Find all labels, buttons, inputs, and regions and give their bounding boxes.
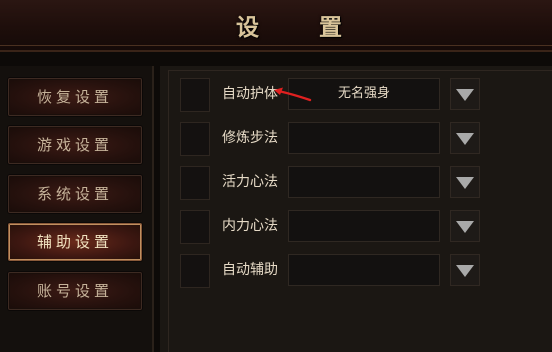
triangle-down-icon — [456, 89, 474, 101]
dropdown-button[interactable] — [450, 122, 480, 154]
settings-panel: 自动护体 无名强身 修炼步法 活力心法 内力心法 自动辅助 — [160, 66, 552, 352]
triangle-down-icon — [456, 221, 474, 233]
sidebar-item-assist-settings[interactable]: 辅助设置 — [8, 223, 142, 261]
red-arrow-annotation — [274, 87, 312, 102]
setting-row-inner-power-method: 内力心法 — [160, 204, 552, 244]
dropdown-button[interactable] — [450, 210, 480, 242]
row-handle — [180, 166, 210, 200]
setting-label: 活力心法 — [222, 174, 278, 190]
setting-label: 内力心法 — [222, 218, 278, 234]
triangle-down-icon — [456, 133, 474, 145]
triangle-down-icon — [456, 265, 474, 277]
vitality-method-select[interactable] — [288, 166, 440, 198]
inner-power-method-select[interactable] — [288, 210, 440, 242]
setting-label: 修炼步法 — [222, 130, 278, 146]
sidebar: 恢复设置 游戏设置 系统设置 辅助设置 账号设置 — [0, 66, 154, 352]
row-handle — [180, 210, 210, 244]
window-title: 设 置 — [235, 14, 368, 41]
setting-row-auto-protect: 自动护体 无名强身 — [160, 72, 552, 112]
setting-label: 自动辅助 — [222, 262, 278, 278]
dropdown-button[interactable] — [450, 254, 480, 286]
setting-row-auto-assist: 自动辅助 — [160, 248, 552, 288]
dropdown-button[interactable] — [450, 78, 480, 110]
title-bar: 设 置 — [0, 0, 552, 52]
auto-assist-select[interactable] — [288, 254, 440, 286]
triangle-down-icon — [456, 177, 474, 189]
setting-row-vitality-method: 活力心法 — [160, 160, 552, 200]
sidebar-item-system-settings[interactable]: 系统设置 — [8, 175, 142, 213]
sidebar-item-account-settings[interactable]: 账号设置 — [8, 272, 142, 310]
setting-row-cultivate-step: 修炼步法 — [160, 116, 552, 156]
row-handle — [180, 254, 210, 288]
row-handle — [180, 122, 210, 156]
row-handle — [180, 78, 210, 112]
cultivate-step-select[interactable] — [288, 122, 440, 154]
sidebar-item-game-settings[interactable]: 游戏设置 — [8, 126, 142, 164]
dropdown-button[interactable] — [450, 166, 480, 198]
sidebar-item-restore-settings[interactable]: 恢复设置 — [8, 78, 142, 116]
